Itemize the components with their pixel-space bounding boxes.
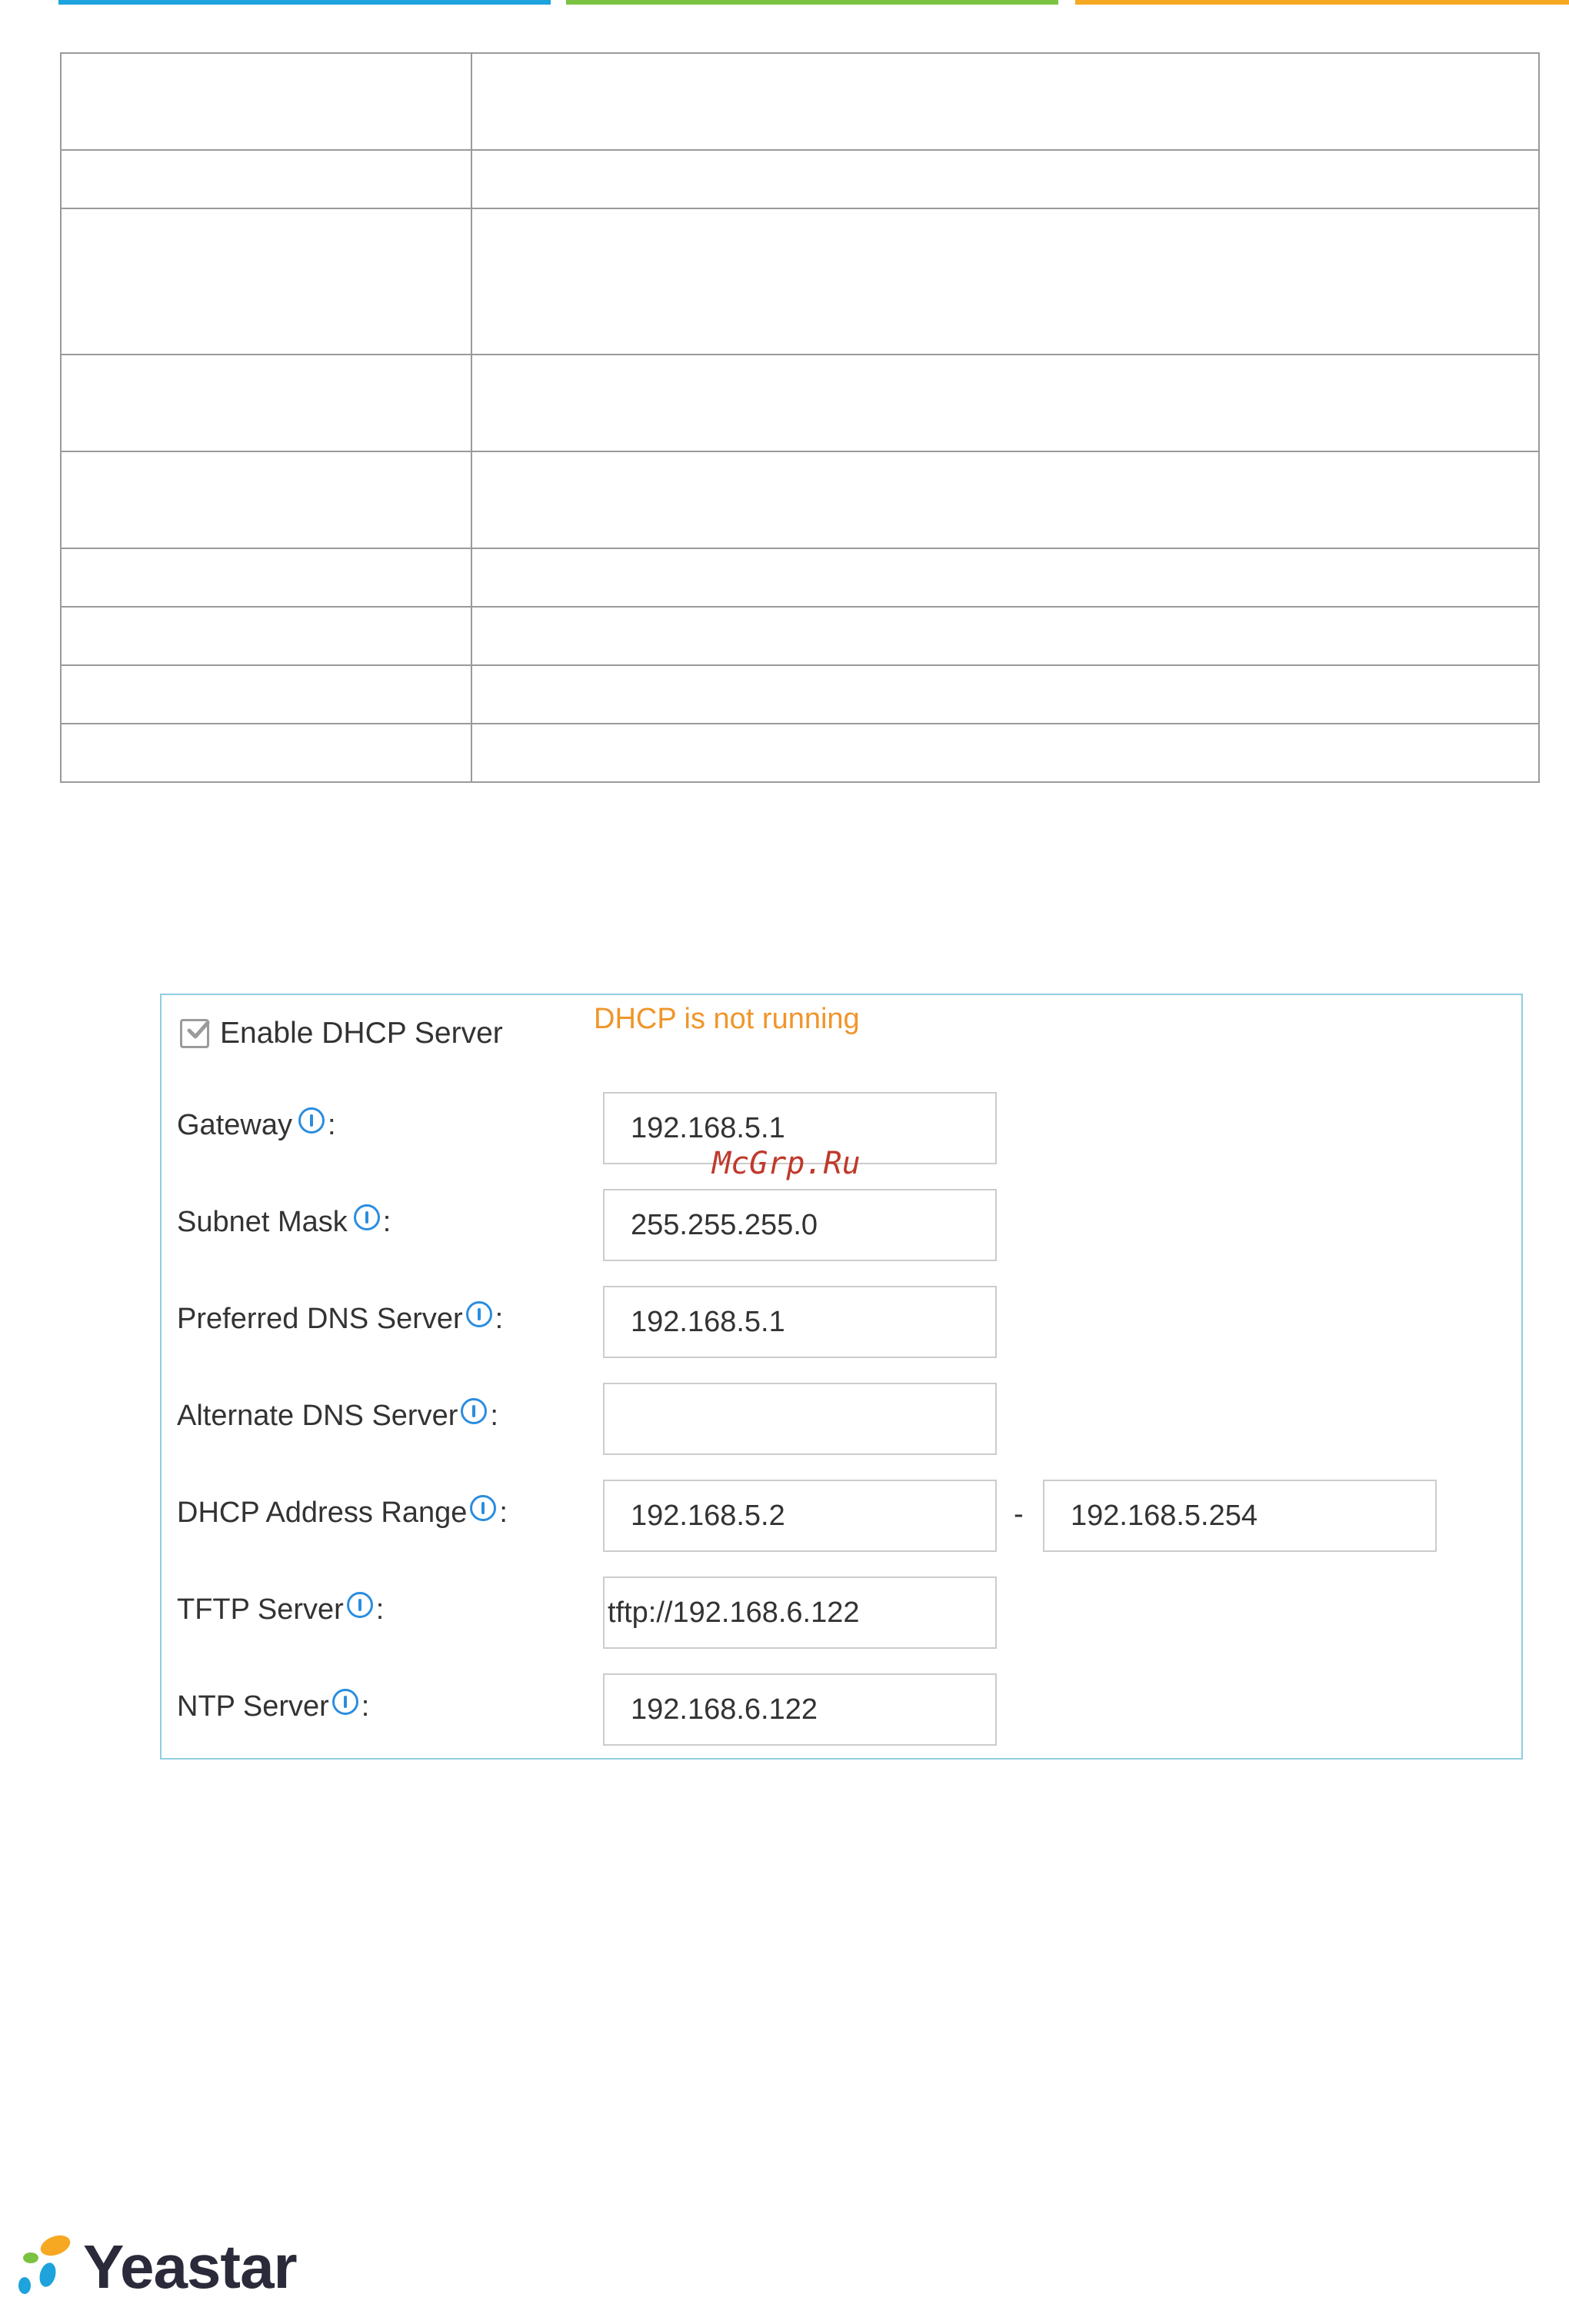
table-row [60,548,1540,608]
table-cell [60,149,472,209]
table-row [60,149,1540,209]
tftp-label-row: TFTP Server : [177,1591,384,1626]
top-bar-green [566,0,1058,5]
preferred-dns-input[interactable]: 192.168.5.1 [603,1286,997,1358]
table-cell [471,149,1540,209]
watermark: McGrp.Ru [712,1146,861,1181]
table-cell [60,354,472,452]
table-row [60,664,1540,724]
subnet-label-row: Subnet Mask : [177,1204,391,1239]
yeastar-logo-icon [11,2229,82,2306]
info-icon[interactable] [353,1204,380,1230]
table-row [60,451,1540,549]
preferred-dns-label: Preferred DNS Server [177,1303,463,1335]
gateway-label-row: Gateway : [177,1107,336,1142]
preferred-dns-label-row: Preferred DNS Server : [177,1300,503,1336]
alternate-dns-input[interactable] [603,1383,997,1455]
address-range-label: DHCP Address Range [177,1497,468,1529]
tftp-server-label: TFTP Server [177,1593,344,1626]
table-cell [471,208,1540,355]
table-cell [471,52,1540,151]
table-cell [471,723,1540,783]
table-row [60,606,1540,666]
address-range-label-row: DHCP Address Range : [177,1494,508,1530]
checkmark-icon [187,1020,210,1039]
enable-dhcp-label: Enable DHCP Server [220,1017,503,1050]
table-cell [60,723,472,783]
checkbox-checked-icon[interactable] [180,1019,210,1048]
tftp-server-input[interactable]: tftp://192.168.6.122 [603,1577,997,1649]
info-icon[interactable] [461,1397,488,1424]
info-icon[interactable] [470,1494,497,1521]
table-cell [471,606,1540,666]
table-cell [60,606,472,666]
subnet-mask-label: Subnet Mask [177,1206,348,1238]
table-row [60,723,1540,783]
range-end-input[interactable]: 192.168.5.254 [1043,1480,1437,1552]
ntp-server-input[interactable]: 192.168.6.122 [603,1673,997,1746]
info-icon[interactable] [298,1107,325,1134]
table-cell [60,451,472,549]
table-cell [60,52,472,151]
info-icon[interactable] [331,1688,358,1715]
top-bar-blue [58,0,551,5]
range-start-input[interactable]: 192.168.5.2 [603,1480,997,1552]
table-cell [471,451,1540,549]
yeastar-logo: Yeastar [11,2229,298,2306]
yeastar-logo-text: Yeastar [83,2232,298,2301]
gateway-label: Gateway [177,1109,292,1141]
alternate-dns-label-row: Alternate DNS Server : [177,1397,498,1433]
ntp-label-row: NTP Server : [177,1688,369,1723]
dhcp-settings-panel: Enable DHCP Server DHCP is not running G… [160,994,1523,1760]
table-row [60,354,1540,452]
table-cell [471,664,1540,724]
table-row [60,52,1540,151]
alternate-dns-label: Alternate DNS Server [177,1400,458,1432]
parameter-table [60,52,1540,783]
info-icon[interactable] [346,1591,373,1618]
table-row [60,208,1540,355]
enable-dhcp-row[interactable]: Enable DHCP Server [180,1017,503,1050]
table-cell [471,354,1540,452]
table-cell [471,548,1540,608]
table-cell [60,664,472,724]
table-cell [60,208,472,355]
range-separator: - [1014,1498,1024,1530]
dhcp-status-text: DHCP is not running [594,1003,860,1035]
info-icon[interactable] [465,1300,492,1327]
top-bar-orange [1075,0,1569,5]
subnet-mask-input[interactable]: 255.255.255.0 [603,1189,997,1261]
table-cell [60,548,472,608]
ntp-server-label: NTP Server [177,1690,329,1723]
